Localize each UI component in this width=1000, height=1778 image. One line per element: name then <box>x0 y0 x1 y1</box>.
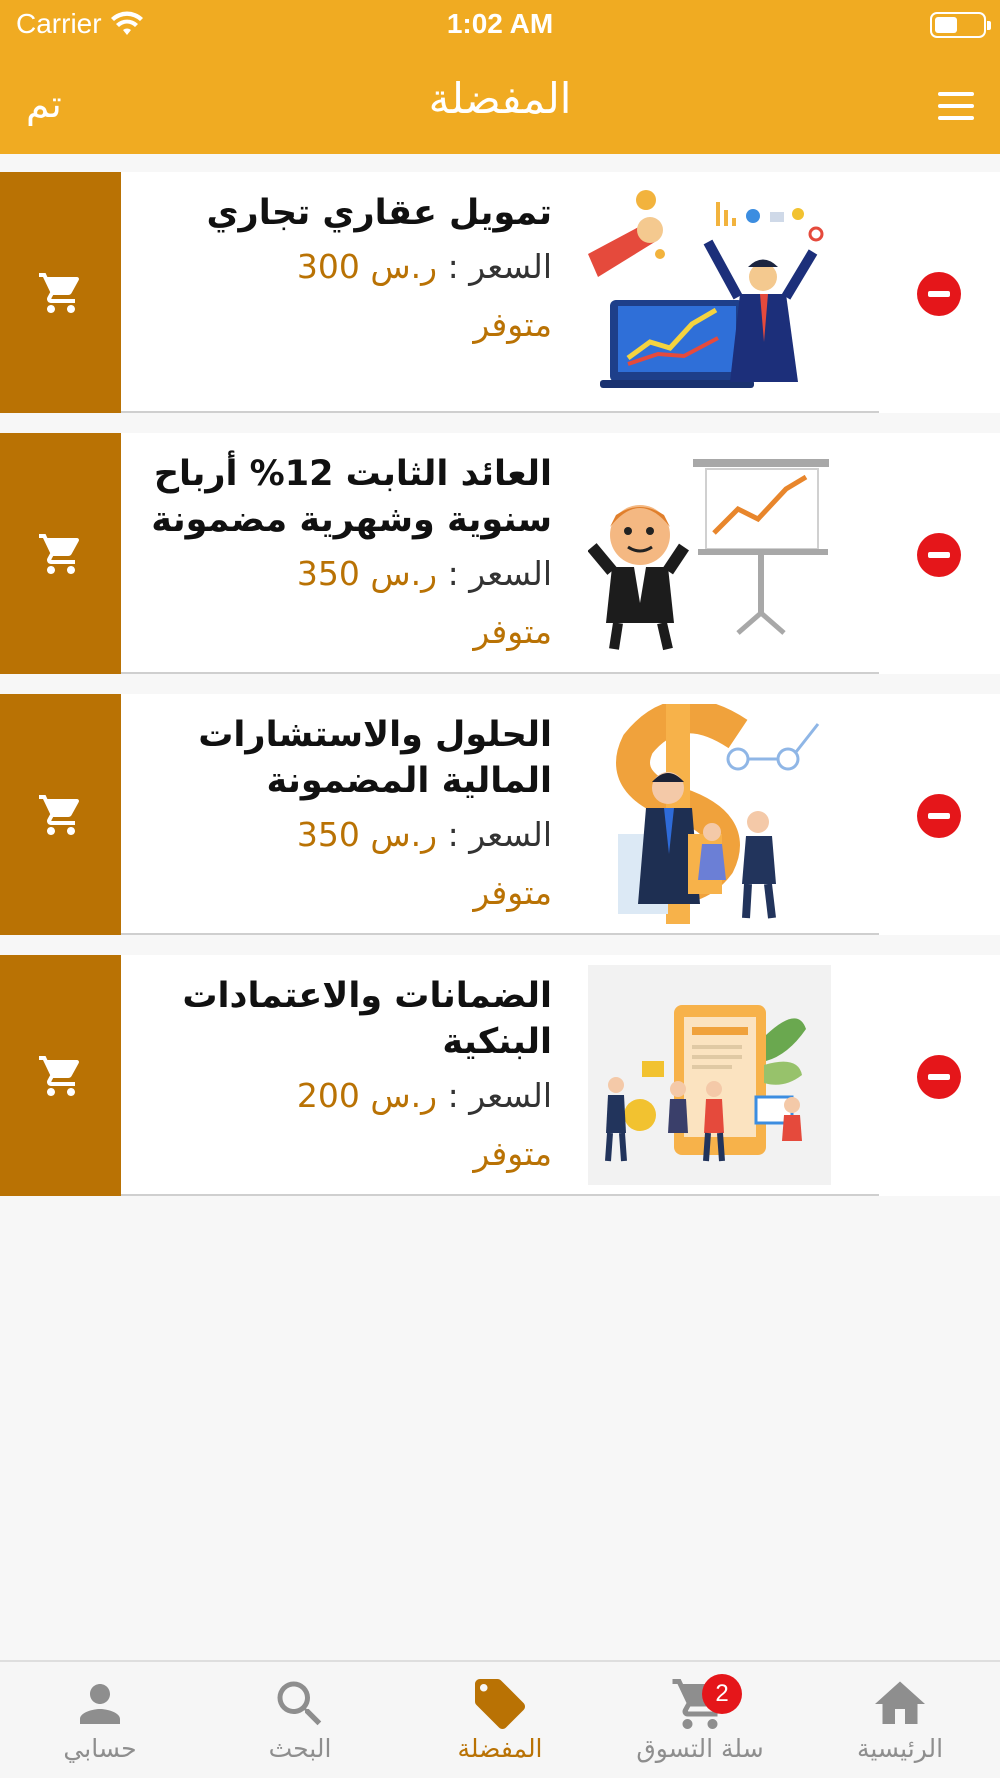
tab-label: المفضلة <box>457 1734 543 1763</box>
presentation-chart-illustration[interactable] <box>588 443 831 663</box>
cart-icon <box>38 1055 79 1096</box>
tab-search[interactable]: البحث <box>200 1662 400 1778</box>
price-value: ر.س 350 <box>296 554 438 593</box>
search-icon <box>277 1681 322 1726</box>
finance-growth-illustration[interactable] <box>588 182 831 402</box>
tab-cart[interactable]: 2 سلة التسوق <box>600 1662 800 1778</box>
availability-status: متوفر <box>473 305 552 344</box>
divider <box>121 672 879 674</box>
item-title[interactable]: تمويل عقاري تجاري <box>140 190 552 236</box>
tab-account[interactable]: حسابي <box>0 1662 200 1778</box>
item-price: السعر : ر.س 350 <box>140 812 552 858</box>
item-price: السعر : ر.س 350 <box>140 551 552 597</box>
availability-status: متوفر <box>473 612 552 651</box>
price-value: ر.س 350 <box>296 815 438 854</box>
price-value: ر.س 300 <box>296 247 438 286</box>
tab-home[interactable]: الرئيسية <box>800 1662 1000 1778</box>
availability-status: متوفر <box>473 873 552 912</box>
remove-favorite-button[interactable] <box>917 794 961 838</box>
add-to-cart-button[interactable] <box>0 694 121 935</box>
divider <box>121 411 879 413</box>
cart-icon <box>38 272 79 313</box>
cart-icon <box>38 794 79 835</box>
tab-favorites[interactable]: المفضلة <box>400 1662 600 1778</box>
favorite-item: تمويل عقاري تجاري السعر : ر.س 300 متوفر <box>0 172 1000 413</box>
item-info: الضمانات والاعتمادات البنكية السعر : ر.س… <box>140 973 552 1177</box>
item-price: السعر : ر.س 300 <box>140 244 552 290</box>
item-title[interactable]: العائد الثابت 12% أرباح سنوية وشهرية مضم… <box>140 451 552 543</box>
price-label: السعر : <box>447 1076 552 1115</box>
tab-bar: حسابي البحث المفضلة 2 سلة التسوق الرئيسي… <box>0 1660 1000 1778</box>
price-value: ر.س 200 <box>296 1076 438 1115</box>
price-label: السعر : <box>447 554 552 593</box>
item-info: الحلول والاستشارات المالية المضمونة السع… <box>140 712 552 916</box>
add-to-cart-button[interactable] <box>0 172 121 413</box>
menu-icon[interactable] <box>938 92 974 120</box>
cart-badge: 2 <box>702 1674 742 1714</box>
favorite-item: الحلول والاستشارات المالية المضمونة السع… <box>0 694 1000 935</box>
divider <box>121 933 879 935</box>
cart-icon <box>38 533 79 574</box>
tab-label: حسابي <box>63 1734 137 1763</box>
availability-status: متوفر <box>473 1134 552 1173</box>
add-to-cart-button[interactable] <box>0 433 121 674</box>
favorite-item: العائد الثابت 12% أرباح سنوية وشهرية مضم… <box>0 433 1000 674</box>
item-title[interactable]: الضمانات والاعتمادات البنكية <box>140 973 552 1065</box>
banking-team-illustration[interactable] <box>588 965 831 1185</box>
favorite-item: الضمانات والاعتمادات البنكية السعر : ر.س… <box>0 955 1000 1196</box>
add-to-cart-button[interactable] <box>0 955 121 1196</box>
price-label: السعر : <box>447 247 552 286</box>
status-time: 1:02 AM <box>446 8 554 39</box>
remove-favorite-button[interactable] <box>917 272 961 316</box>
tag-icon <box>475 1679 525 1729</box>
favorites-list: تمويل عقاري تجاري السعر : ر.س 300 متوفر <box>0 172 1000 1216</box>
battery-icon <box>930 12 991 38</box>
dollar-consulting-illustration[interactable] <box>588 704 831 924</box>
item-info: تمويل عقاري تجاري السعر : ر.س 300 متوفر <box>140 190 552 348</box>
price-label: السعر : <box>447 815 552 854</box>
person-icon <box>80 1684 120 1724</box>
divider <box>121 1194 879 1196</box>
page-title: المفضلة <box>428 74 572 123</box>
remove-favorite-button[interactable] <box>917 533 961 577</box>
item-info: العائد الثابت 12% أرباح سنوية وشهرية مضم… <box>140 451 552 655</box>
remove-favorite-button[interactable] <box>917 1055 961 1099</box>
tab-label: البحث <box>268 1734 332 1763</box>
tab-label: الرئيسية <box>856 1734 944 1763</box>
tab-label: سلة التسوق <box>636 1734 764 1763</box>
top-bar: Carrier 1:02 AM تم المفضلة <box>0 0 1000 154</box>
home-icon <box>875 1681 925 1724</box>
item-price: السعر : ر.س 200 <box>140 1073 552 1119</box>
item-title[interactable]: الحلول والاستشارات المالية المضمونة <box>140 712 552 804</box>
